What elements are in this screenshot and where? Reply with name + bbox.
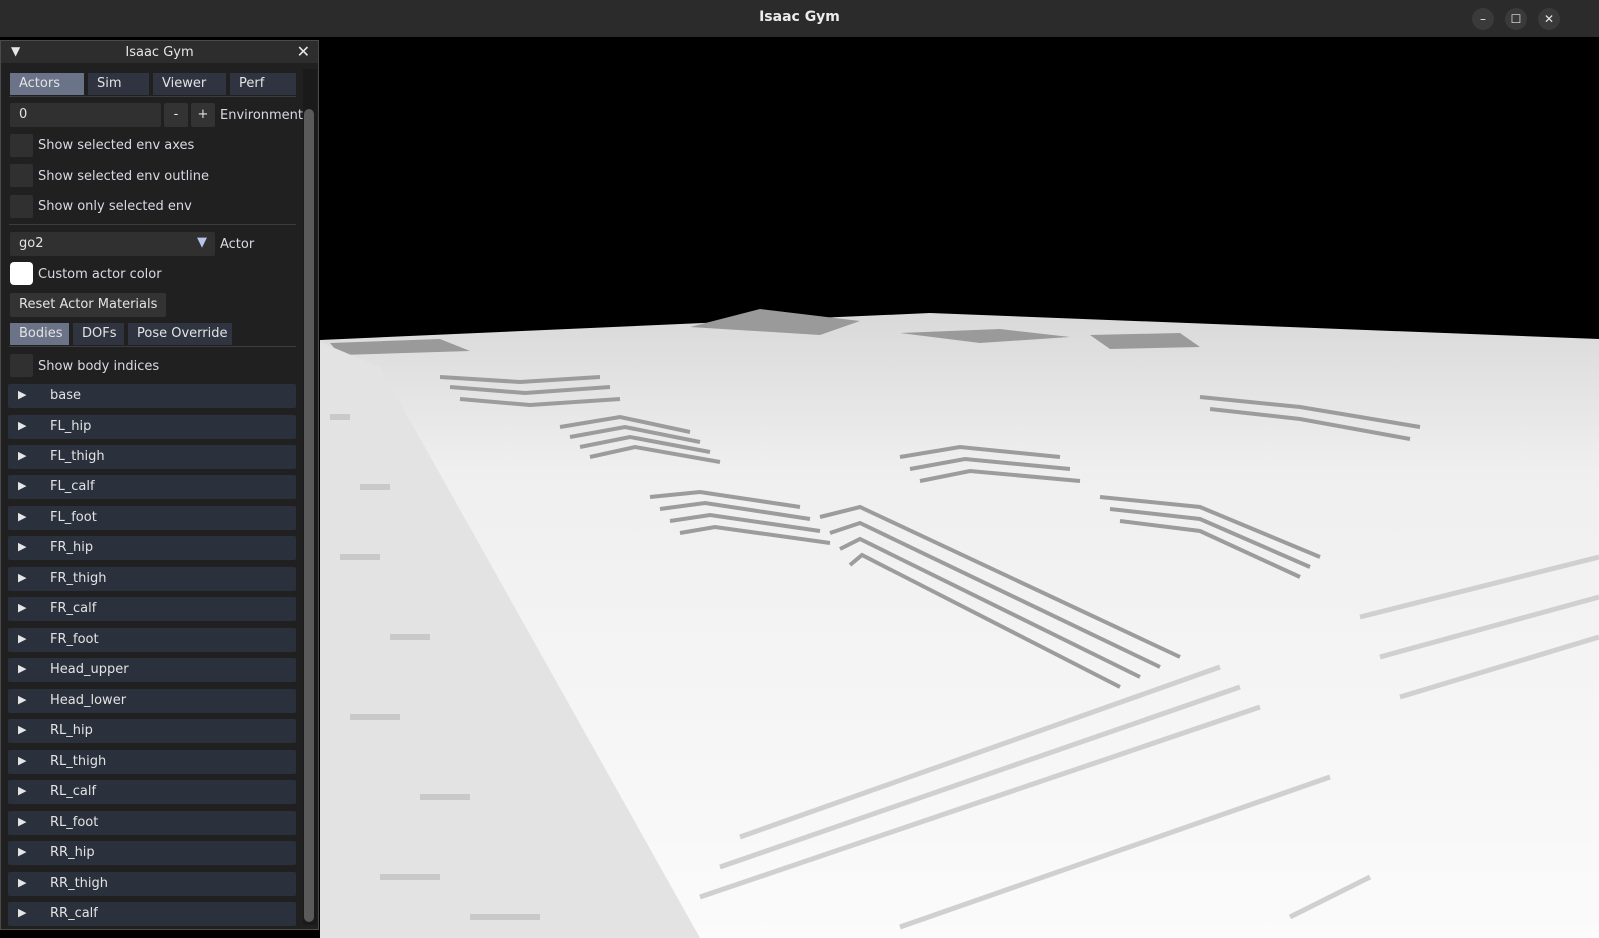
tab-sim[interactable]: Sim: [88, 73, 149, 95]
window-titlebar: Isaac Gym – ☐ ✕: [0, 0, 1599, 38]
tree-node-label: FR_calf: [50, 601, 97, 616]
triangle-right-icon: ▶: [18, 662, 27, 675]
tree-node-label: RR_hip: [50, 845, 95, 860]
env-decrement-button[interactable]: -: [164, 103, 188, 127]
tree-node-rr-calf[interactable]: ▶ RR_calf: [8, 902, 296, 926]
tree-node-label: RL_foot: [50, 815, 99, 830]
minimize-button[interactable]: –: [1472, 8, 1494, 30]
tree-node-label: RR_thigh: [50, 876, 109, 891]
tree-node-label: RR_calf: [50, 906, 98, 921]
panel-header[interactable]: ▼ Isaac Gym ✕: [1, 41, 318, 63]
tree-node-base[interactable]: ▶ base: [8, 384, 296, 408]
tree-node-label: Head_lower: [50, 693, 127, 708]
env-index-input[interactable]: 0: [10, 103, 161, 127]
actor-label: Actor: [220, 237, 255, 252]
triangle-right-icon: ▶: [18, 906, 27, 919]
tab-pose-override[interactable]: Pose Override: [128, 323, 232, 345]
tree-node-head-lower[interactable]: ▶ Head_lower: [8, 689, 296, 713]
tree-node-label: RL_calf: [50, 784, 97, 799]
env-increment-button[interactable]: +: [191, 103, 215, 127]
actor-select[interactable]: go2: [10, 232, 215, 256]
tree-node-fr-thigh[interactable]: ▶ FR_thigh: [8, 567, 296, 591]
tree-node-label: base: [50, 388, 81, 403]
triangle-right-icon: ▶: [18, 876, 27, 889]
tab-bodies[interactable]: Bodies: [10, 323, 69, 345]
tab-actors[interactable]: Actors: [10, 73, 84, 95]
tab-dofs[interactable]: DOFs: [73, 323, 124, 345]
reset-materials-button[interactable]: Reset Actor Materials: [10, 293, 167, 317]
scrollbar-thumb[interactable]: [304, 109, 314, 922]
triangle-right-icon: ▶: [18, 510, 27, 523]
show-body-indices-label: Show body indices: [38, 359, 160, 374]
triangle-right-icon: ▶: [18, 419, 27, 432]
tree-node-fl-thigh[interactable]: ▶ FL_thigh: [8, 445, 296, 469]
custom-color-swatch[interactable]: [10, 262, 33, 285]
show-env-axes-label: Show selected env axes: [38, 138, 195, 153]
show-only-env-checkbox[interactable]: [10, 195, 33, 218]
section-separator: [9, 224, 296, 225]
tab-underline: [9, 96, 296, 97]
triangle-right-icon: ▶: [18, 815, 27, 828]
show-env-axes-checkbox[interactable]: [10, 134, 33, 157]
panel-title: Isaac Gym: [125, 45, 194, 60]
tree-node-label: FL_thigh: [50, 449, 105, 464]
tab-viewer[interactable]: Viewer: [153, 73, 226, 95]
tree-node-fl-calf[interactable]: ▶ FL_calf: [8, 475, 296, 499]
tree-node-fr-foot[interactable]: ▶ FR_foot: [8, 628, 296, 652]
triangle-right-icon: ▶: [18, 693, 27, 706]
show-env-outline-label: Show selected env outline: [38, 169, 210, 184]
triangle-right-icon: ▶: [18, 601, 27, 614]
tree-node-head-upper[interactable]: ▶ Head_upper: [8, 658, 296, 682]
panel-scrollbar[interactable]: [303, 69, 317, 925]
tree-node-rr-thigh[interactable]: ▶ RR_thigh: [8, 872, 296, 896]
tree-node-fr-calf[interactable]: ▶ FR_calf: [8, 597, 296, 621]
tree-node-rl-foot[interactable]: ▶ RL_foot: [8, 811, 296, 835]
tree-node-rl-hip[interactable]: ▶ RL_hip: [8, 719, 296, 743]
tree-node-label: FL_calf: [50, 479, 95, 494]
triangle-right-icon: ▶: [18, 388, 27, 401]
tab-perf[interactable]: Perf: [230, 73, 296, 95]
subtab-underline: [9, 346, 296, 347]
window-close-button[interactable]: ✕: [1538, 8, 1560, 30]
env-label: Environment: [220, 108, 304, 123]
show-body-indices-checkbox[interactable]: [10, 354, 33, 377]
triangle-right-icon: ▶: [18, 449, 27, 462]
triangle-right-icon: ▶: [18, 632, 27, 645]
chevron-down-icon[interactable]: ▼: [197, 235, 207, 250]
tree-node-label: Head_upper: [50, 662, 129, 677]
tree-node-fl-hip[interactable]: ▶ FL_hip: [8, 415, 296, 439]
triangle-right-icon: ▶: [18, 723, 27, 736]
maximize-button[interactable]: ☐: [1505, 8, 1527, 30]
tree-node-label: RL_thigh: [50, 754, 107, 769]
tree-node-fl-foot[interactable]: ▶ FL_foot: [8, 506, 296, 530]
close-icon[interactable]: ✕: [297, 42, 310, 61]
triangle-right-icon: ▶: [18, 479, 27, 492]
tree-node-label: FR_hip: [50, 540, 94, 555]
isaac-gym-panel: ▼ Isaac Gym ✕ Actors Sim Viewer Perf 0 -…: [0, 40, 319, 930]
triangle-right-icon: ▶: [18, 845, 27, 858]
window-title: Isaac Gym: [759, 9, 840, 25]
tree-node-rl-calf[interactable]: ▶ RL_calf: [8, 780, 296, 804]
show-env-outline-checkbox[interactable]: [10, 164, 33, 187]
custom-color-label: Custom actor color: [38, 267, 162, 282]
tree-node-rl-thigh[interactable]: ▶ RL_thigh: [8, 750, 296, 774]
tree-node-fr-hip[interactable]: ▶ FR_hip: [8, 536, 296, 560]
tree-node-label: FR_thigh: [50, 571, 107, 586]
triangle-right-icon: ▶: [18, 784, 27, 797]
tree-node-label: FL_hip: [50, 419, 92, 434]
tree-node-label: FR_foot: [50, 632, 99, 647]
triangle-right-icon: ▶: [18, 754, 27, 767]
show-only-env-label: Show only selected env: [38, 199, 192, 214]
tree-node-rr-hip[interactable]: ▶ RR_hip: [8, 841, 296, 865]
triangle-right-icon: ▶: [18, 540, 27, 553]
triangle-right-icon: ▶: [18, 571, 27, 584]
tree-node-label: FL_foot: [50, 510, 97, 525]
tree-node-label: RL_hip: [50, 723, 93, 738]
